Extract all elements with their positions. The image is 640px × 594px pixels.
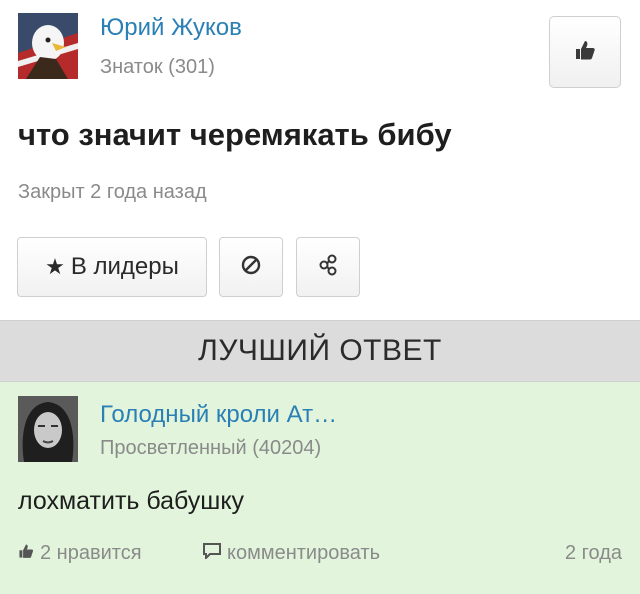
star-icon: ★ [45, 254, 65, 279]
block-button[interactable] [219, 237, 283, 297]
answer-author-avatar[interactable] [18, 396, 78, 462]
answer-comment-button[interactable]: комментировать [203, 542, 380, 565]
add-to-leaders-button[interactable]: ★ В лидеры [17, 237, 207, 297]
answer-age: 2 года [564, 542, 622, 564]
answer-author-name[interactable]: Голодный кроли Ат… [100, 401, 337, 429]
answer-author-rank: Просветленный (40204) [100, 437, 322, 459]
share-icon [316, 253, 340, 282]
question-status: Закрыт 2 года назад [18, 181, 207, 203]
question-author-rank: Знаток (301) [100, 56, 215, 78]
question-title: что значит черемякать бибу [18, 117, 452, 152]
best-answer-header-label: ЛУЧШИЙ ОТВЕТ [198, 334, 442, 367]
like-button[interactable] [549, 16, 621, 88]
thumbs-up-icon [18, 542, 34, 565]
block-icon [240, 254, 262, 281]
comment-icon [203, 542, 221, 565]
answer-likes-label: 2 нравится [40, 542, 142, 564]
best-answer-header: ЛУЧШИЙ ОТВЕТ [0, 320, 640, 382]
answer-text: лохматить бабушку [18, 487, 245, 515]
add-to-leaders-label: В лидеры [70, 253, 179, 280]
answer-like-button[interactable]: 2 нравится [18, 542, 142, 565]
question-author-avatar[interactable] [18, 13, 78, 79]
thumbs-up-icon [574, 39, 596, 66]
share-button[interactable] [296, 237, 360, 297]
answer-comment-label: комментировать [227, 542, 381, 564]
question-author-name[interactable]: Юрий Жуков [100, 14, 242, 42]
